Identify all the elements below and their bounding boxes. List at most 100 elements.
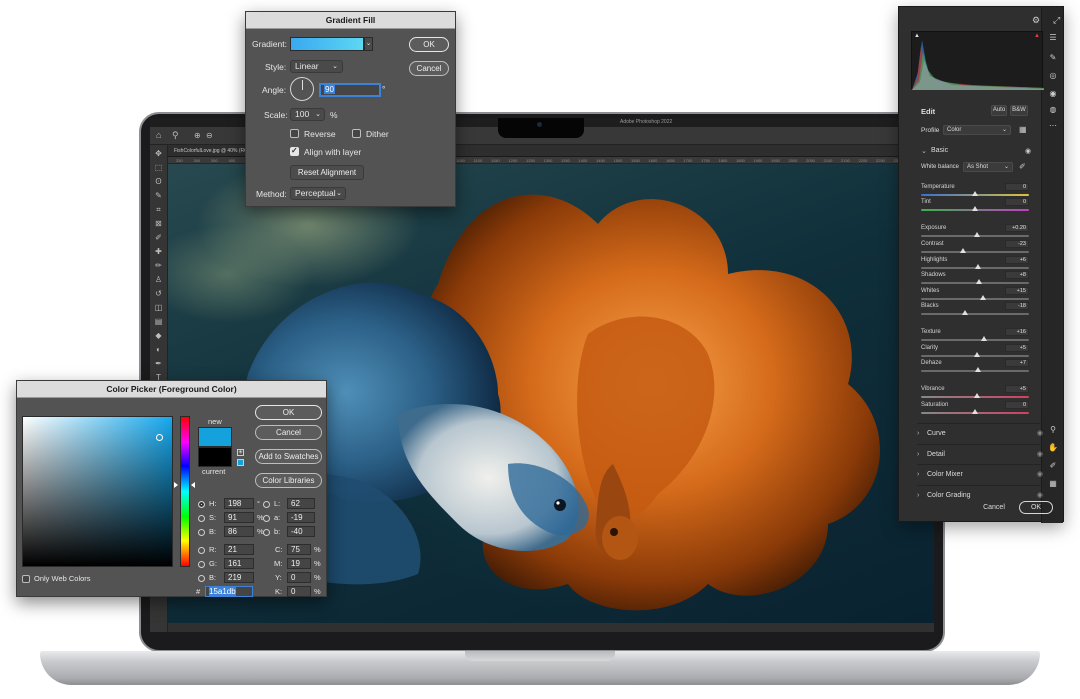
quick-select-icon[interactable]: ✎ [154,191,164,201]
eyedropper-icon[interactable]: ✐ [154,233,164,243]
cyan-input[interactable]: 75 [287,544,311,555]
more-icon[interactable]: ⋯ [1048,121,1058,131]
chevron-down-icon[interactable]: ⌄ [921,147,927,155]
green-radio[interactable] [198,561,205,568]
slider-dehaze[interactable]: Dehaze +7 [921,359,1029,374]
slider-thumb[interactable] [975,367,982,372]
shadow-clipping-icon[interactable]: ▲ [914,33,920,39]
scale-select[interactable]: 100 ⌄ [290,108,325,121]
brush-icon[interactable]: ✎ [1048,53,1058,63]
dodge-tool-icon[interactable]: ◐ [154,345,164,355]
slider-temperature[interactable]: Temperature 0 [921,183,1029,198]
slider-thumb[interactable] [972,191,978,196]
white-balance-select[interactable]: As Shot ⌄ [963,162,1013,172]
basic-section-label[interactable]: Basic [931,147,948,154]
history-brush-icon[interactable]: ↺ [154,289,164,299]
zoom-tool-icon[interactable]: ⚲ [172,130,179,141]
zoom-in-icon[interactable]: ⊕ [194,131,201,140]
slider-highlights[interactable]: Highlights +6 [921,256,1029,271]
slider-track[interactable] [921,298,1029,300]
marquee-tool-icon[interactable]: ⬚ [154,163,164,173]
slider-value[interactable]: +15 [1005,287,1029,295]
eyedropper-icon[interactable]: ✐ [1019,162,1026,171]
slider-track[interactable] [921,313,1029,315]
web-safe-swatch-icon[interactable] [237,459,244,466]
clone-stamp-icon[interactable]: ♙ [154,275,164,285]
healing-brush-icon[interactable]: ✚ [154,247,164,257]
eraser-icon[interactable]: ◫ [154,303,164,313]
heal-icon[interactable]: ◎ [1048,71,1058,81]
slider-vibrance[interactable]: Vibrance +5 [921,385,1029,400]
add-to-swatches-button[interactable]: Add to Swatches [255,449,322,464]
slider-value[interactable]: +0.20 [1005,224,1029,232]
slider-thumb[interactable] [980,336,987,341]
slider-thumb[interactable] [960,248,967,253]
slider-value[interactable]: +6 [1005,256,1029,264]
slider-value[interactable]: +7 [1005,359,1029,367]
slider-thumb[interactable] [975,264,982,269]
a-channel-input[interactable]: -19 [287,512,315,523]
hex-input[interactable]: 15a1db [205,586,253,597]
slider-track[interactable] [921,251,1029,253]
current-color-swatch[interactable] [198,447,232,467]
angle-dial[interactable] [290,77,314,101]
method-select[interactable]: Perceptual ⌄ [290,187,346,200]
slider-tint[interactable]: Tint 0 [921,198,1029,213]
color-libraries-button[interactable]: Color Libraries [255,473,322,488]
slider-thumb[interactable] [972,206,978,211]
profile-select[interactable]: Color ⌄ [943,125,1011,135]
blue-radio[interactable] [198,575,205,582]
angle-input[interactable]: 90 [320,84,380,96]
reset-alignment-button[interactable]: Reset Alignment [290,165,364,180]
chevron-down-icon[interactable]: ⌄ [364,37,373,51]
pen-tool-icon[interactable]: ✒ [154,359,164,369]
lightness-radio[interactable] [263,501,270,508]
slider-saturation[interactable]: Saturation 0 [921,401,1029,416]
slider-value[interactable]: +5 [1005,344,1029,352]
bw-button[interactable]: B&W [1010,105,1028,116]
slider-thumb[interactable] [974,352,981,357]
slider-thumb[interactable] [974,232,981,237]
brightness-radio[interactable] [198,529,205,536]
sampler-icon[interactable]: ✐ [1048,461,1058,471]
slider-value[interactable]: +5 [1005,385,1029,393]
reverse-checkbox[interactable] [290,129,299,138]
brightness-input[interactable]: 86 [224,526,254,537]
slider-clarity[interactable]: Clarity +5 [921,344,1029,359]
move-tool-icon[interactable]: ✥ [154,149,164,159]
slider-thumb[interactable] [962,310,969,315]
slider-value[interactable]: 0 [1005,198,1029,206]
slider-shadows[interactable]: Shadows +8 [921,271,1029,286]
home-icon[interactable]: ⌂ [156,130,161,140]
red-input[interactable]: 21 [224,544,254,555]
frame-tool-icon[interactable]: ⊠ [154,219,164,229]
slider-texture[interactable]: Texture +16 [921,328,1029,343]
green-input[interactable]: 161 [224,558,254,569]
slider-track[interactable] [921,282,1029,284]
crop-tool-icon[interactable]: ⌗ [154,205,164,215]
section-curve[interactable]: › Curve ◉ [917,423,1045,443]
cancel-button[interactable]: Cancel [978,501,1010,514]
blue-input[interactable]: 219 [224,572,254,583]
black-input[interactable]: 0 [287,586,311,597]
hue-slider[interactable] [180,416,190,567]
blur-tool-icon[interactable]: ◆ [154,331,164,341]
gear-icon[interactable]: ⚙ [1032,15,1040,26]
lasso-tool-icon[interactable]: ʘ [154,177,164,187]
ok-button[interactable]: OK [1019,501,1053,514]
fullscreen-icon[interactable]: ⤢ [1053,15,1060,26]
section-color-mixer[interactable]: › Color Mixer ◉ [917,464,1045,484]
a-channel-radio[interactable] [263,515,270,522]
slider-value[interactable]: -18 [1005,302,1029,310]
red-eye-icon[interactable]: ◉ [1048,89,1058,99]
zoom-icon[interactable]: ⚲ [1048,425,1058,435]
dither-checkbox[interactable] [352,129,361,138]
yellow-input[interactable]: 0 [287,572,311,583]
grid-icon[interactable]: ▦ [1048,479,1058,489]
slider-value[interactable]: 0 [1005,183,1029,191]
slider-track[interactable] [921,339,1029,341]
eye-icon[interactable]: ◉ [1037,445,1043,465]
cube-warning-icon[interactable]: ◈ [237,449,244,456]
red-radio[interactable] [198,547,205,554]
ok-button[interactable]: OK [409,37,449,52]
